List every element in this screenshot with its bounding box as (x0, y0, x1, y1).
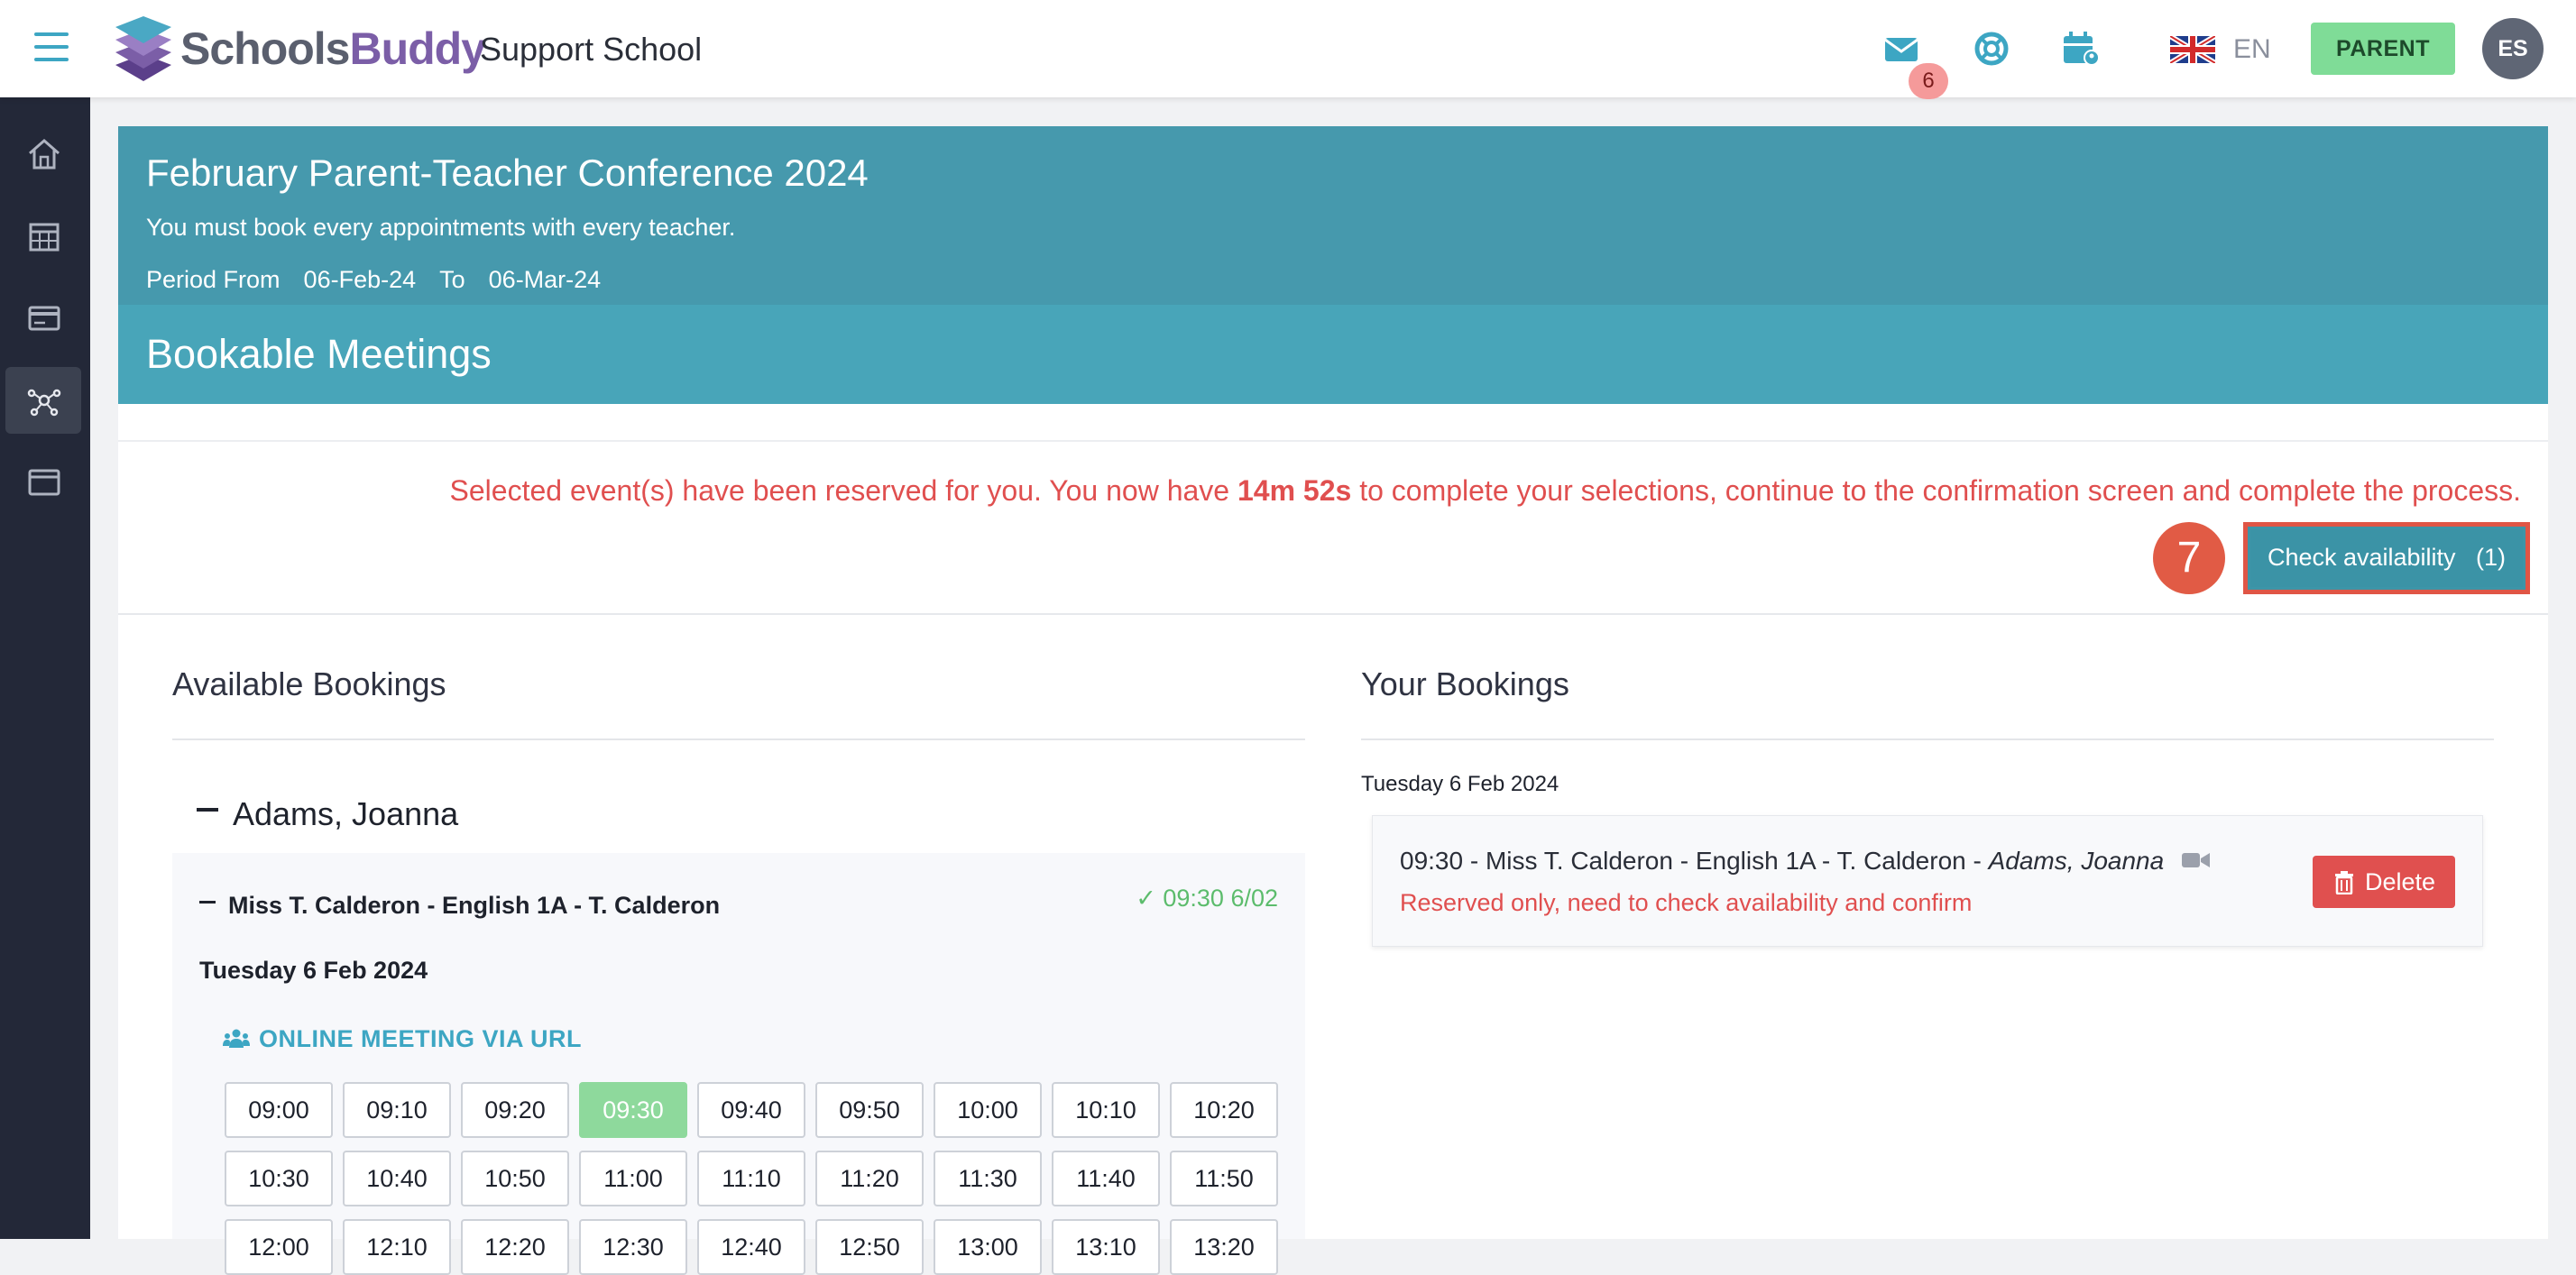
teacher-panel: Miss T. Calderon - English 1A - T. Calde… (172, 853, 1305, 1275)
support-lifebuoy-icon[interactable] (1972, 31, 2011, 67)
reservation-notice-box: Selected event(s) have been reserved for… (118, 440, 2548, 615)
time-slot-button[interactable]: 13:00 (934, 1219, 1042, 1275)
conference-period: Period From 06-Feb-24 To 06-Mar-24 (146, 261, 624, 298)
menu-icon[interactable] (34, 32, 69, 63)
collapse-icon (197, 808, 218, 812)
time-slot-button[interactable]: 09:30 (579, 1082, 687, 1138)
bookable-meetings-title: Bookable Meetings (146, 331, 492, 377)
time-slot-button[interactable]: 10:40 (343, 1151, 451, 1206)
time-slot-button[interactable]: 10:20 (1170, 1082, 1278, 1138)
divider (1361, 738, 2494, 740)
uk-flag-icon[interactable] (2170, 36, 2215, 63)
payment-card-icon (28, 306, 60, 331)
selected-slot-status: ✓ 09:30 6/02 (1136, 885, 1278, 912)
conference-title: February Parent-Teacher Conference 2024 (146, 151, 869, 194)
conference-header: February Parent-Teacher Conference 2024 … (118, 126, 2548, 305)
time-slot-button[interactable]: 12:10 (343, 1219, 451, 1275)
mail-count-badge: 6 (1909, 63, 1948, 99)
brand-logo[interactable]: SchoolsBuddy (180, 20, 486, 78)
time-slot-button[interactable]: 11:40 (1052, 1151, 1160, 1206)
time-slot-button[interactable]: 12:00 (225, 1219, 333, 1275)
trash-icon (2335, 871, 2353, 894)
delete-booking-button[interactable]: Delete (2313, 856, 2455, 908)
calendar-user-icon[interactable] (2062, 31, 2102, 67)
sidebar-item-calendar[interactable] (5, 203, 81, 270)
check-availability-button[interactable]: Check availability (1) (2243, 522, 2530, 594)
time-slot-button[interactable]: 11:00 (579, 1151, 687, 1206)
available-bookings-title: Available Bookings (172, 665, 446, 702)
time-slot-button[interactable]: 10:50 (461, 1151, 569, 1206)
check-availability-label: Check availability (1) (2250, 529, 2523, 587)
your-bookings-title: Your Bookings (1361, 665, 1569, 702)
school-name: Support School (480, 31, 703, 68)
time-slot-button[interactable]: 09:40 (697, 1082, 805, 1138)
sidebar-item-window[interactable] (5, 449, 81, 516)
time-slot-button[interactable]: 11:50 (1170, 1151, 1278, 1206)
users-icon (223, 1029, 250, 1048)
time-slot-button[interactable]: 13:10 (1052, 1219, 1160, 1275)
window-icon (28, 469, 60, 496)
home-icon (29, 139, 60, 170)
time-slot-button[interactable]: 09:10 (343, 1082, 451, 1138)
parent-role-button[interactable]: PARENT (2311, 23, 2455, 75)
your-booking-date: Tuesday 6 Feb 2024 (1361, 772, 1559, 796)
period-to-label: To (439, 266, 465, 293)
period-to-date: 06-Mar-24 (488, 266, 602, 293)
online-meeting-text: ONLINE MEETING VIA URL (259, 1025, 583, 1052)
time-slot-button[interactable]: 11:20 (815, 1151, 924, 1206)
time-slot-button[interactable]: 13:20 (1170, 1219, 1278, 1275)
booking-student: Adams, Joanna (1988, 847, 2165, 875)
delete-label: Delete (2365, 868, 2436, 895)
collapse-icon (199, 901, 216, 904)
student-toggle[interactable]: Adams, Joanna (197, 792, 458, 837)
calendar-icon (29, 223, 60, 252)
time-slot-button[interactable]: 12:50 (815, 1219, 924, 1275)
notice-text-after: to complete your selections, continue to… (1351, 474, 2521, 507)
booking-details: 09:30 - Miss T. Calderon - English 1A - … (1400, 847, 1989, 875)
mail-icon[interactable] (1881, 31, 1921, 67)
time-slot-button[interactable]: 10:00 (934, 1082, 1042, 1138)
period-from-date: 06-Feb-24 (303, 266, 417, 293)
network-icon (27, 389, 61, 417)
logo-icon (115, 16, 171, 81)
time-slot-button[interactable]: 10:30 (225, 1151, 333, 1206)
teacher-toggle[interactable]: Miss T. Calderon - English 1A - T. Calde… (199, 887, 720, 923)
conference-subtitle: You must book every appointments with ev… (146, 214, 736, 241)
user-avatar[interactable]: ES (2482, 18, 2544, 79)
booking-summary: 09:30 - Miss T. Calderon - English 1A - … (1400, 843, 2211, 879)
brand-name-1: Schools (180, 23, 350, 74)
sidebar-item-home[interactable] (5, 121, 81, 188)
online-meeting-label: ONLINE MEETING VIA URL (223, 1021, 582, 1057)
booking-date: Tuesday 6 Feb 2024 (199, 957, 428, 984)
time-slot-button[interactable]: 10:10 (1052, 1082, 1160, 1138)
notice-timer: 14m 52s (1237, 474, 1352, 507)
sidebar-item-network[interactable] (5, 367, 81, 434)
time-slot-button[interactable]: 12:20 (461, 1219, 569, 1275)
step-marker: 7 (2153, 522, 2225, 594)
booking-warning: Reserved only, need to check availabilit… (1400, 889, 1973, 916)
student-name: Adams, Joanna (233, 795, 459, 832)
reservation-notice: Selected event(s) have been reserved for… (450, 471, 2521, 510)
time-slot-button[interactable]: 11:30 (934, 1151, 1042, 1206)
teacher-name: Miss T. Calderon - English 1A - T. Calde… (228, 892, 721, 919)
bookable-meetings-banner: Bookable Meetings (118, 305, 2548, 404)
time-slot-button[interactable]: 12:40 (697, 1219, 805, 1275)
time-slot-button[interactable]: 09:50 (815, 1082, 924, 1138)
divider (172, 738, 1305, 740)
time-slot-button[interactable]: 09:20 (461, 1082, 569, 1138)
booking-card: 09:30 - Miss T. Calderon - English 1A - … (1372, 815, 2483, 947)
main-content: Selected event(s) have been reserved for… (118, 404, 2548, 1275)
video-camera-icon (2182, 852, 2211, 867)
period-from-label: Period From (146, 266, 281, 293)
notice-text-before: Selected event(s) have been reserved for… (449, 474, 1237, 507)
sidebar-item-payments[interactable] (5, 285, 81, 352)
language-selector[interactable]: EN (2233, 31, 2271, 69)
sidebar (0, 97, 90, 1239)
time-slot-button[interactable]: 11:10 (697, 1151, 805, 1206)
time-slot-button[interactable]: 09:00 (225, 1082, 333, 1138)
time-slot-button[interactable]: 12:30 (579, 1219, 687, 1275)
top-bar: SchoolsBuddy Support School 6 EN PARENT (0, 0, 2576, 99)
brand-name-2: Buddy (349, 23, 486, 74)
